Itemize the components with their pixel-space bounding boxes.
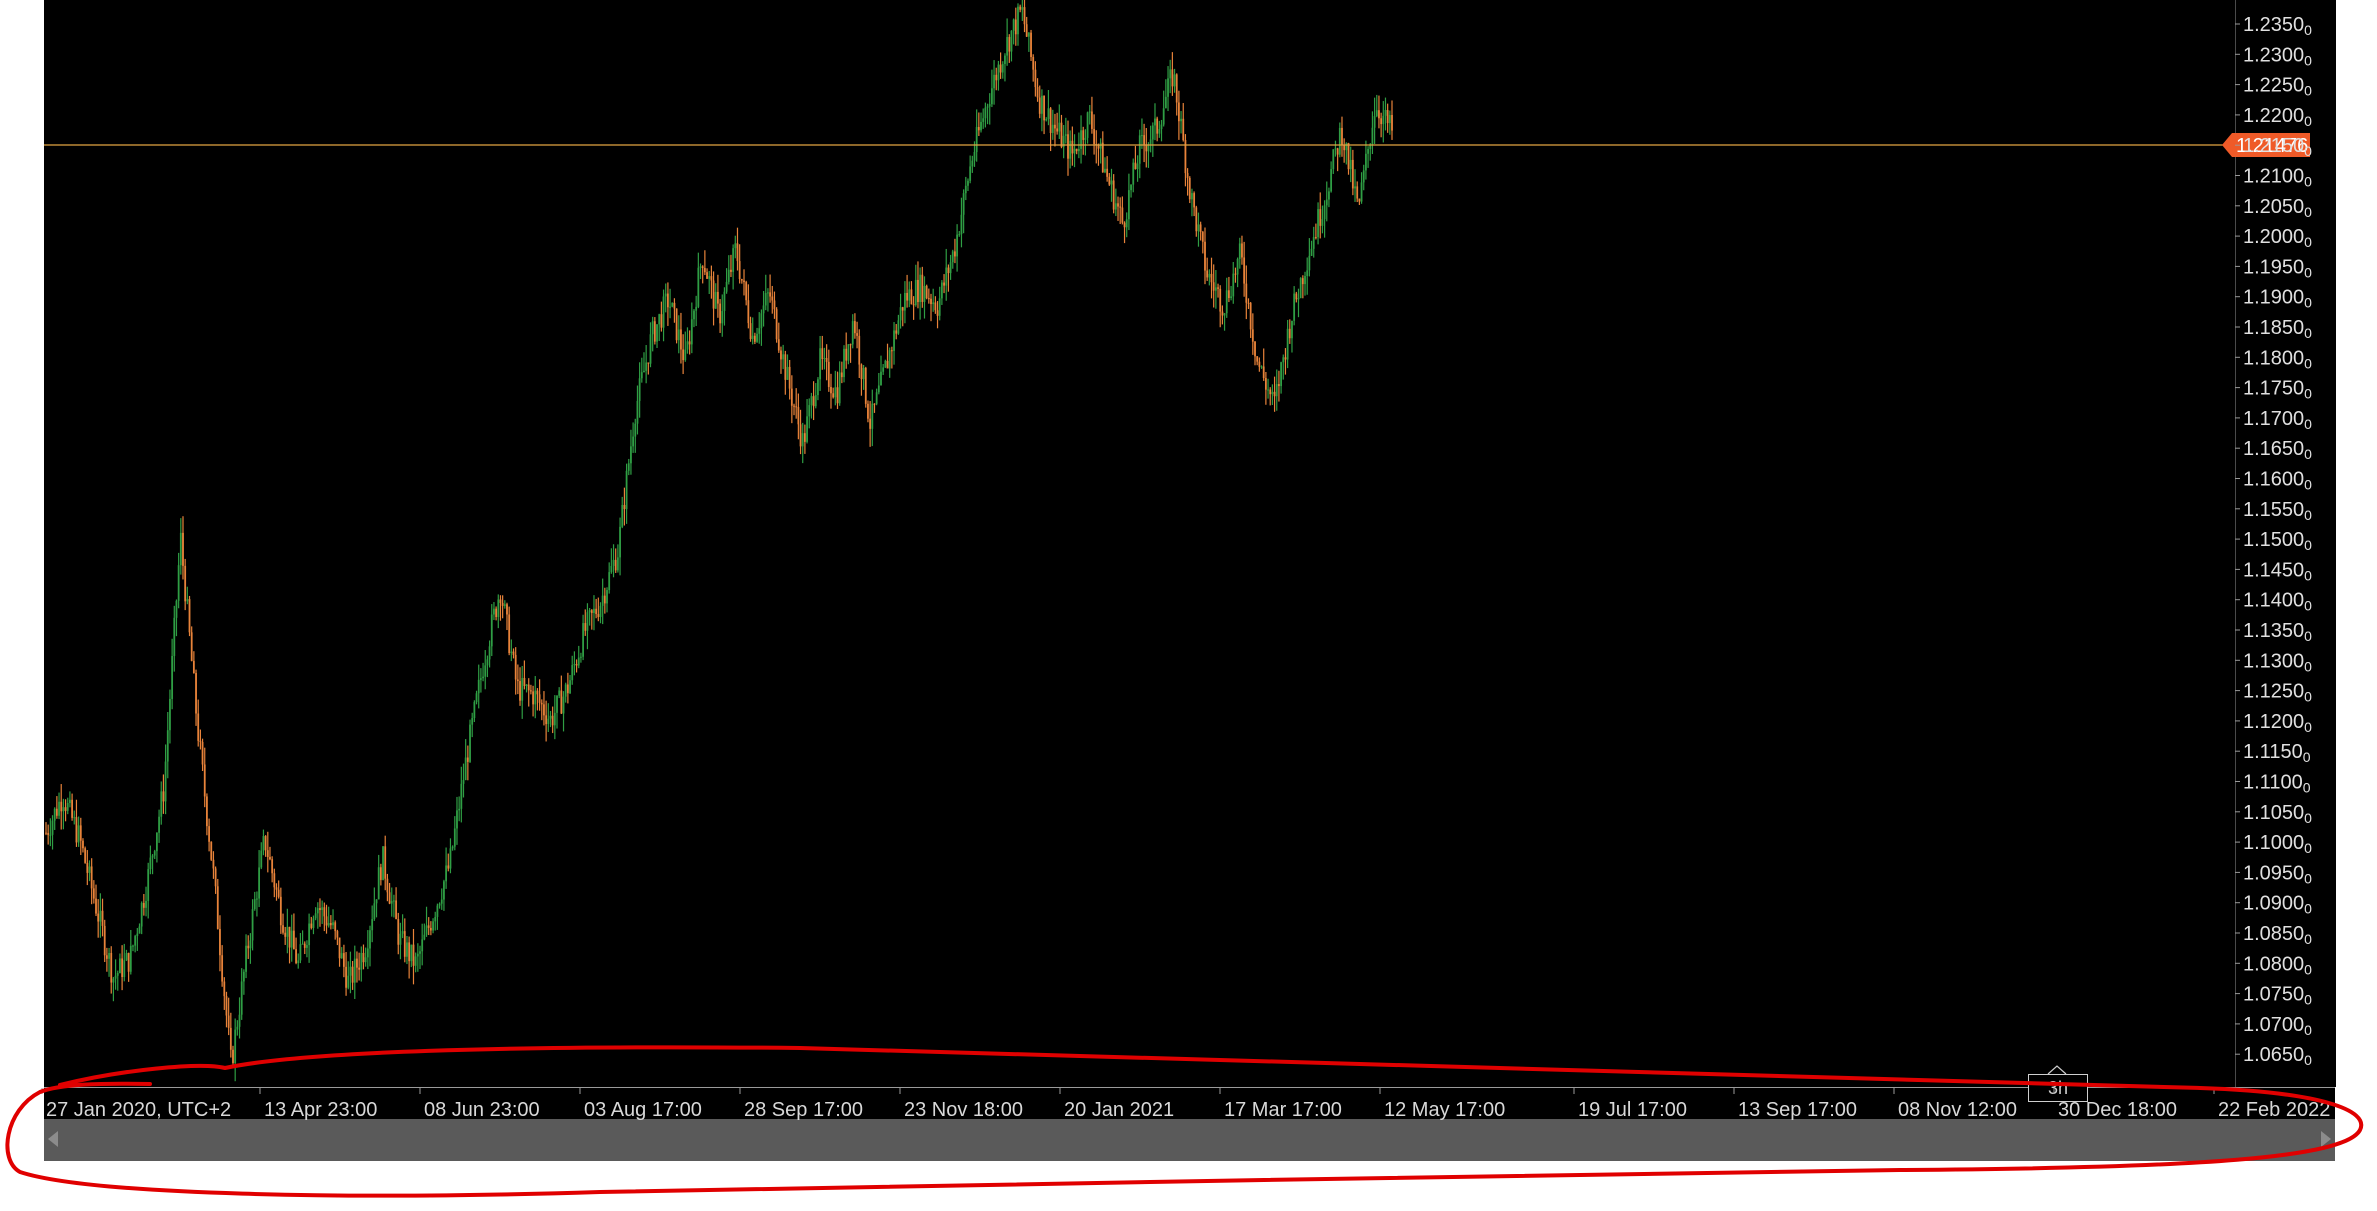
scroll-left-arrow-icon[interactable] xyxy=(48,1131,58,1147)
price-axis[interactable] xyxy=(2235,0,2336,1087)
scroll-right-arrow-icon[interactable] xyxy=(2321,1131,2331,1147)
timeframe-indicator[interactable]: 3h xyxy=(2028,1074,2088,1102)
left-margin xyxy=(0,0,44,1211)
app-root: 3h 1.21476 1.23500 1.23000 1.22500 1.22000 1… xyxy=(0,0,2377,1211)
chart-panel[interactable] xyxy=(44,0,2235,1087)
time-axis[interactable] xyxy=(44,1087,2335,1120)
horizontal-scrollbar[interactable] xyxy=(44,1119,2335,1161)
